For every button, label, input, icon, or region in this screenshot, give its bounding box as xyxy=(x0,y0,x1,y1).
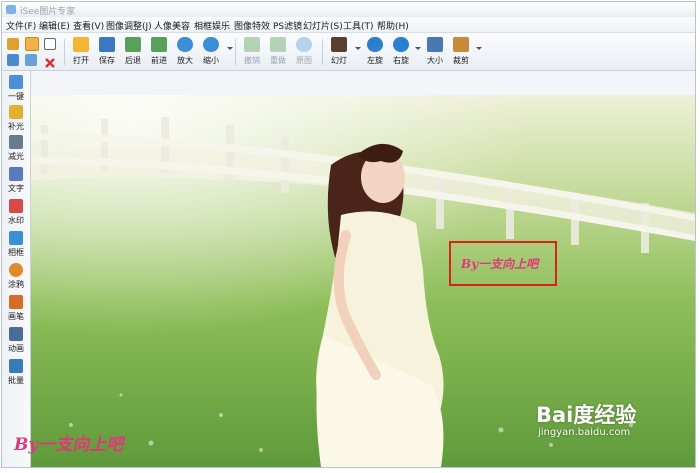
sidebar-reduce-light-label: 减光 xyxy=(8,152,24,161)
baidu-jingyan-watermark: Bai度经验 jingyan.baidu.com xyxy=(530,397,700,441)
redo-arrow-icon xyxy=(270,37,286,52)
watermark-icon xyxy=(9,199,23,213)
image-prev-icon xyxy=(125,37,141,52)
toolbar: 打开 保存 后退 前进 放大 缩小 撤销 重做 原图 幻灯 左旋 右旋 大小 裁… xyxy=(2,33,695,71)
rotate-dropdown-icon[interactable] xyxy=(415,47,421,50)
menu-ps-filters[interactable]: PS滤镜 xyxy=(273,19,302,32)
animation-icon xyxy=(9,327,23,341)
menu-slideshow[interactable]: 幻灯片(S) xyxy=(303,19,343,32)
menu-portrait[interactable]: 人像美容 xyxy=(154,19,190,32)
sidebar-text[interactable]: 文字 xyxy=(4,167,28,197)
brush-icon xyxy=(9,295,23,309)
sidebar-batch-label: 批量 xyxy=(8,376,24,385)
open-folder-icon[interactable] xyxy=(7,38,19,50)
zoom-out-label: 缩小 xyxy=(203,56,219,65)
zoom-out-icon xyxy=(203,37,219,52)
sidebar-fill-light[interactable]: 补光 xyxy=(4,105,28,135)
sidebar-animation[interactable]: 动画 xyxy=(4,327,28,357)
baidu-jingyan-logo-text: Bai度经验 xyxy=(536,403,637,427)
photo-frame-icon xyxy=(9,231,23,245)
doodle-icon xyxy=(9,263,23,277)
crop-button[interactable]: 裁剪 xyxy=(449,37,473,68)
sidebar-watermark[interactable]: 水印 xyxy=(4,199,28,229)
rotate-left-icon xyxy=(367,37,383,52)
baidu-jingyan-url: jingyan.baidu.com xyxy=(538,427,631,438)
batch-icon xyxy=(9,359,23,373)
crop-label: 裁剪 xyxy=(453,56,469,65)
menu-image-adjust[interactable]: 图像调整(J) xyxy=(106,19,152,32)
left-tool-sidebar: 一键 补光 减光 文字 水印 相框 涂鸦 画笔 动画 批量 xyxy=(2,71,31,467)
watermark-text-canvas: By一支向上吧 xyxy=(461,257,539,271)
sidebar-animation-label: 动画 xyxy=(8,344,24,353)
sidebar-text-label: 文字 xyxy=(8,184,24,193)
slideshow-dropdown-icon[interactable] xyxy=(355,47,361,50)
menu-file[interactable]: 文件(F) xyxy=(6,19,36,32)
folder-open-icon xyxy=(73,37,89,52)
zoom-in-icon xyxy=(177,37,193,52)
checkbox-icon[interactable] xyxy=(44,38,56,50)
close-icon[interactable] xyxy=(44,54,56,68)
zoom-out-button[interactable]: 缩小 xyxy=(199,37,223,68)
sidebar-one-click-label: 一键 xyxy=(8,92,24,101)
menu-edit[interactable]: 编辑(E) xyxy=(39,19,70,32)
favorites-icon[interactable] xyxy=(25,37,39,51)
image-next-icon xyxy=(151,37,167,52)
sidebar-batch[interactable]: 批量 xyxy=(4,359,28,389)
sidebar-doodle-label: 涂鸦 xyxy=(8,280,24,289)
sidebar-brush-label: 画笔 xyxy=(8,312,24,321)
sidebar-reduce-light[interactable]: 减光 xyxy=(4,135,28,165)
watermark-selection-box[interactable]: By一支向上吧 xyxy=(449,241,557,286)
menu-image-effects[interactable]: 图像特效 xyxy=(234,19,270,32)
menu-help[interactable]: 帮助(H) xyxy=(377,19,409,32)
resize-icon xyxy=(427,37,443,52)
original-label: 原图 xyxy=(296,56,312,65)
window-title: iSee图片专家 xyxy=(20,7,76,17)
slideshow-button[interactable]: 幻灯 xyxy=(327,37,351,68)
floppy-disk-icon xyxy=(99,37,115,52)
original-button[interactable]: 原图 xyxy=(292,37,316,68)
sidebar-brush[interactable]: 画笔 xyxy=(4,295,28,325)
sidebar-photo-frame[interactable]: 相框 xyxy=(4,231,28,261)
zoom-dropdown-icon[interactable] xyxy=(227,47,233,50)
sidebar-fill-light-label: 补光 xyxy=(8,122,24,131)
sidebar-watermark-label: 水印 xyxy=(8,216,24,225)
rotate-right-button[interactable]: 右旋 xyxy=(389,37,413,68)
title-bar: iSee图片专家 xyxy=(2,2,695,17)
sidebar-photo-frame-label: 相框 xyxy=(8,248,24,257)
one-click-icon xyxy=(9,75,23,89)
browse-icon[interactable] xyxy=(7,54,19,66)
menu-frame-fun[interactable]: 相框娱乐 xyxy=(194,19,230,32)
menu-bar: 文件(F) 编辑(E) 查看(V) 图像调整(J) 人像美容 相框娱乐 图像特效… xyxy=(2,17,695,33)
menu-tools[interactable]: 工具(T) xyxy=(343,19,374,32)
app-logo-icon xyxy=(6,5,16,14)
original-image-icon xyxy=(296,37,312,52)
reduce-light-icon xyxy=(9,135,23,149)
undo-arrow-icon xyxy=(244,37,260,52)
slideshow-label: 幻灯 xyxy=(331,56,347,65)
crop-icon xyxy=(453,37,469,52)
slideshow-icon xyxy=(331,37,347,52)
rotate-right-label: 右旋 xyxy=(393,56,409,65)
fill-light-icon xyxy=(9,105,23,119)
crop-dropdown-icon[interactable] xyxy=(476,47,482,50)
thumbnail-icon[interactable] xyxy=(25,54,37,66)
rotate-right-icon xyxy=(393,37,409,52)
bottom-left-watermark-text: By一支向上吧 xyxy=(14,435,124,455)
menu-view[interactable]: 查看(V) xyxy=(73,19,104,32)
text-icon xyxy=(9,167,23,181)
canvas-top-gap xyxy=(31,71,695,95)
sidebar-one-click[interactable]: 一键 xyxy=(4,75,28,105)
sidebar-doodle[interactable]: 涂鸦 xyxy=(4,263,28,293)
